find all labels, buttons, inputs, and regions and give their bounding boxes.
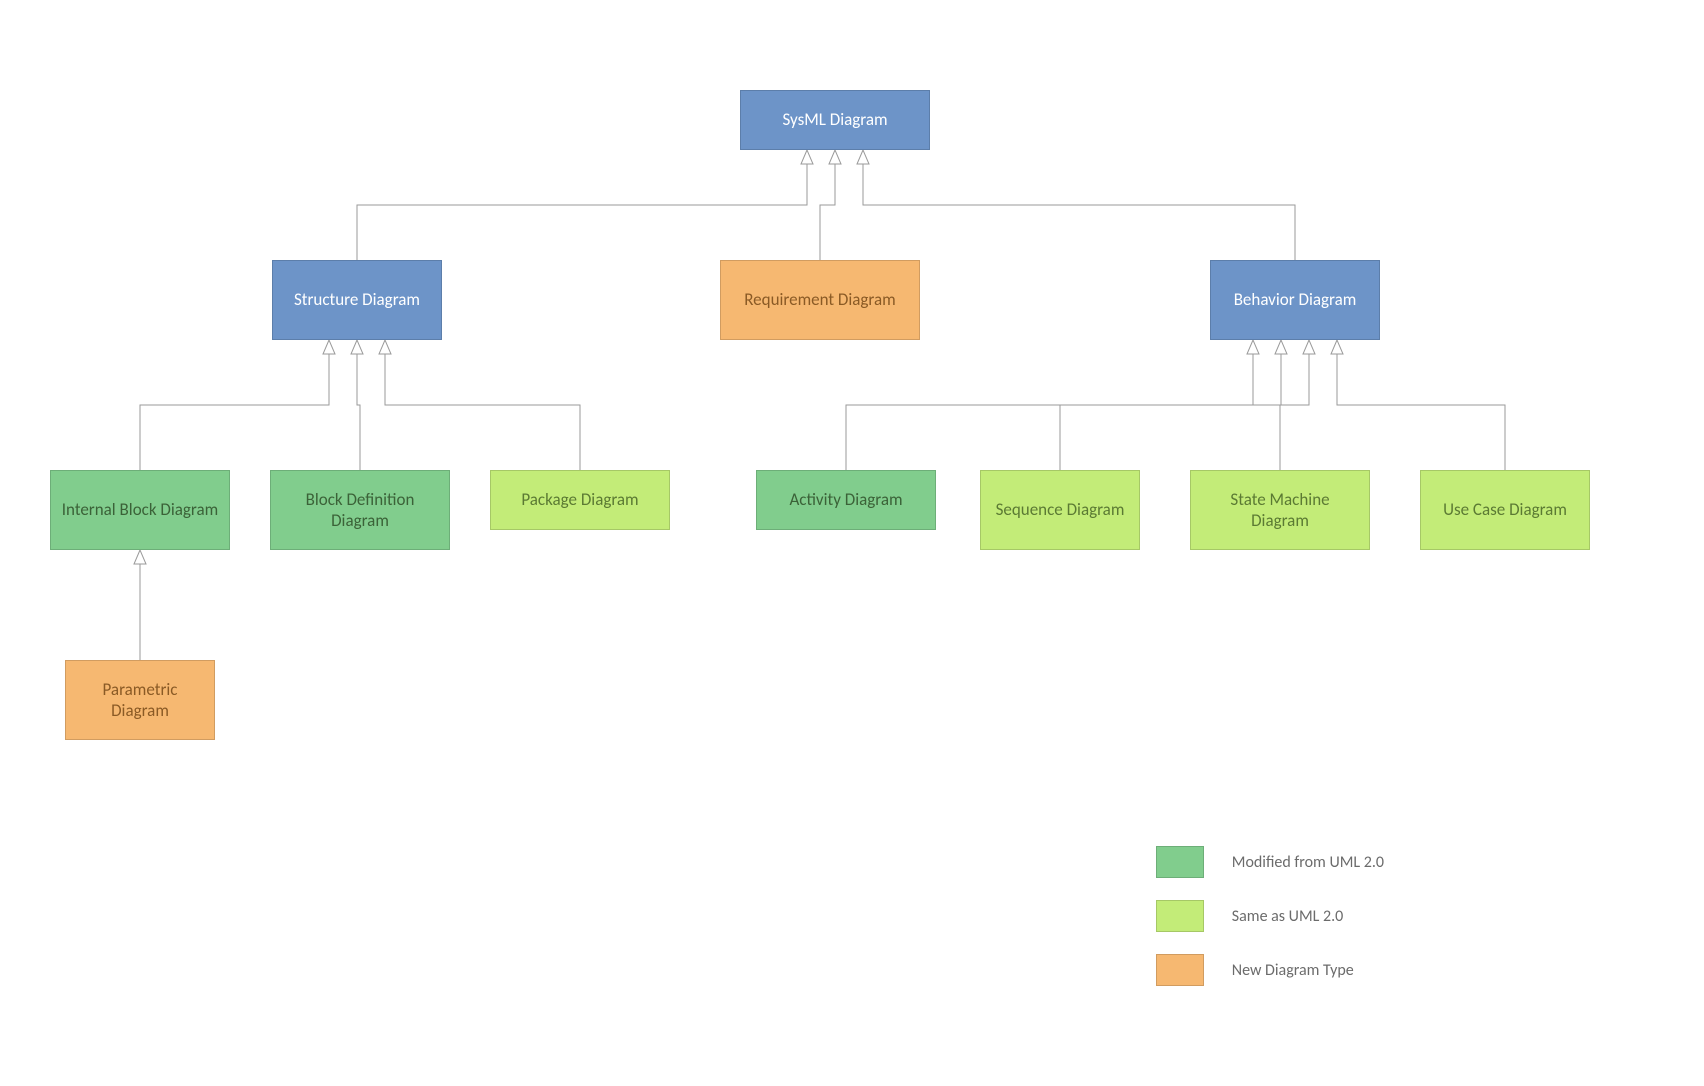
node-requirement-diagram: Requirement Diagram — [720, 260, 920, 340]
node-package-diagram: Package Diagram — [490, 470, 670, 530]
legend-label: New Diagram Type — [1232, 961, 1354, 980]
node-label: Behavior Diagram — [1234, 289, 1357, 310]
node-label: Activity Diagram — [789, 489, 902, 510]
node-parametric-diagram: Parametric Diagram — [65, 660, 215, 740]
legend-label: Modified from UML 2.0 — [1232, 853, 1384, 872]
node-label: Parametric Diagram — [76, 679, 204, 722]
legend: Modified from UML 2.0 Same as UML 2.0 Ne… — [1156, 846, 1384, 986]
node-label: Internal Block Diagram — [62, 499, 218, 520]
node-activity-diagram: Activity Diagram — [756, 470, 936, 530]
node-label: Package Diagram — [521, 489, 638, 510]
node-use-case-diagram: Use Case Diagram — [1420, 470, 1590, 550]
node-label: Structure Diagram — [294, 289, 420, 310]
node-state-machine-diagram: State Machine Diagram — [1190, 470, 1370, 550]
node-sequence-diagram: Sequence Diagram — [980, 470, 1140, 550]
node-behavior-diagram: Behavior Diagram — [1210, 260, 1380, 340]
legend-label: Same as UML 2.0 — [1232, 907, 1343, 926]
node-label: State Machine Diagram — [1201, 489, 1359, 532]
legend-row: Same as UML 2.0 — [1156, 900, 1384, 932]
legend-row: New Diagram Type — [1156, 954, 1384, 986]
node-block-definition-diagram: Block Definition Diagram — [270, 470, 450, 550]
diagram-canvas: SysML Diagram Structure Diagram Requirem… — [0, 0, 1704, 1086]
legend-swatch-same — [1156, 900, 1204, 932]
node-structure-diagram: Structure Diagram — [272, 260, 442, 340]
legend-swatch-new — [1156, 954, 1204, 986]
node-internal-block-diagram: Internal Block Diagram — [50, 470, 230, 550]
node-label: Use Case Diagram — [1443, 499, 1567, 520]
node-label: Requirement Diagram — [744, 289, 895, 310]
legend-swatch-modified — [1156, 846, 1204, 878]
node-label: Block Definition Diagram — [281, 489, 439, 532]
node-label: SysML Diagram — [782, 109, 887, 130]
legend-row: Modified from UML 2.0 — [1156, 846, 1384, 878]
node-label: Sequence Diagram — [996, 499, 1125, 520]
node-sysml-diagram: SysML Diagram — [740, 90, 930, 150]
